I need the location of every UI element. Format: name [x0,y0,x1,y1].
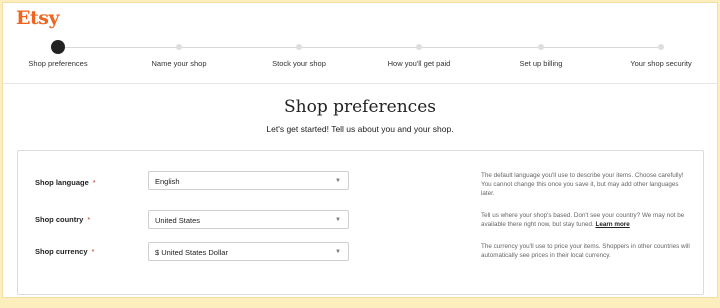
page-title: Shop preferences [284,97,436,117]
shop-country-help: Tell us where your shop's based. Don't s… [481,211,691,229]
shop-country-label: Shop country * [35,215,90,224]
required-marker: * [92,178,96,187]
shop-currency-help: The currency you'll use to price your it… [481,243,690,259]
shop-currency-label: Shop currency * [35,247,94,256]
shop-country-value: United States [155,216,201,225]
chevron-down-icon: ▼ [335,178,341,184]
step-label-name-your-shop[interactable]: Name your shop [151,59,206,68]
etsy-logo[interactable]: Etsy [16,7,60,29]
required-marker: * [91,247,95,256]
step-label-stock-your-shop[interactable]: Stock your shop [272,59,326,68]
step-dot-set-up-billing[interactable] [538,44,544,50]
onboarding-window: Etsy Shop preferences Name your shop Sto… [2,2,718,298]
shop-country-help-text: Tell us where your shop's based. Don't s… [481,212,685,228]
step-label-how-youll-get-paid[interactable]: How you'll get paid [388,59,451,68]
step-dot-name-your-shop[interactable] [176,44,182,50]
shop-language-value: English [155,177,180,186]
shop-language-label: Shop language * [35,178,96,187]
shop-language-label-text: Shop language [35,178,89,187]
step-dot-your-shop-security[interactable] [658,44,664,50]
step-dot-shop-preferences[interactable] [51,40,65,54]
step-label-set-up-billing[interactable]: Set up billing [520,59,563,68]
progress-track [59,47,663,48]
shop-country-label-text: Shop country [35,215,84,224]
step-label-your-shop-security[interactable]: Your shop security [630,59,691,68]
learn-more-link[interactable]: Learn more [595,221,629,228]
shop-country-select[interactable]: United States ▼ [148,210,349,229]
required-marker: * [87,215,91,224]
header-divider [3,83,717,84]
shop-currency-select[interactable]: $ United States Dollar ▼ [148,242,349,261]
shop-currency-value: $ United States Dollar [155,248,228,257]
preferences-card: Shop language * English ▼ The default lan… [17,150,704,295]
step-dot-stock-your-shop[interactable] [296,44,302,50]
page-subtitle: Let's get started! Tell us about you and… [266,124,454,134]
shop-language-select[interactable]: English ▼ [148,171,349,190]
shop-language-help: The default language you'll use to descr… [481,172,684,197]
chevron-down-icon: ▼ [335,217,341,223]
step-dot-how-youll-get-paid[interactable] [416,44,422,50]
shop-currency-label-text: Shop currency [35,247,88,256]
step-label-shop-preferences[interactable]: Shop preferences [28,59,87,68]
chevron-down-icon: ▼ [335,249,341,255]
